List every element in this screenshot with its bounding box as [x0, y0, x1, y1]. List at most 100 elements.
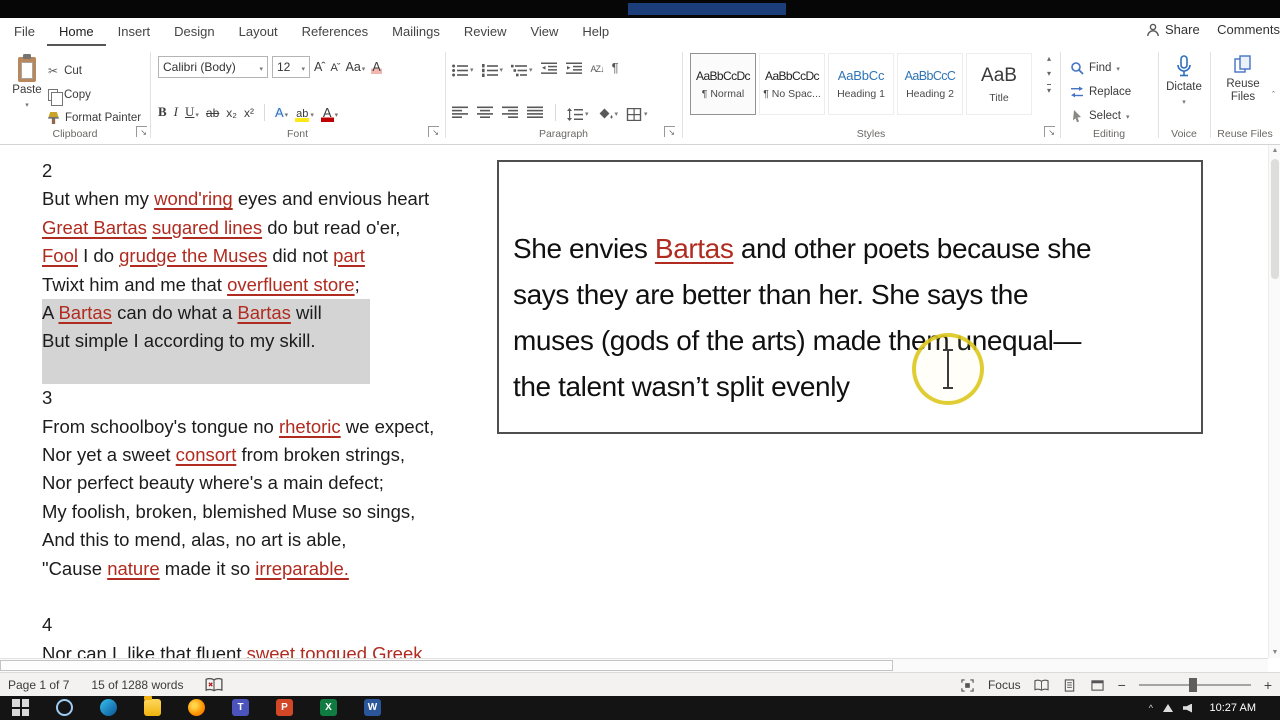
page-number-status[interactable]: Page 1 of 7: [8, 678, 69, 692]
bold-button[interactable]: [158, 104, 167, 120]
volume-icon[interactable]: [1183, 703, 1192, 713]
grow-font-button[interactable]: [314, 60, 325, 74]
italic-button[interactable]: [174, 104, 178, 120]
scroll-up-icon[interactable]: ▲: [1269, 147, 1280, 154]
clear-formatting-button[interactable]: [371, 60, 381, 74]
tray-chevron-icon[interactable]: ^: [1149, 703, 1153, 713]
vertical-scroll-thumb[interactable]: [1271, 159, 1279, 279]
numbered-list-icon: [481, 64, 498, 77]
tab-layout[interactable]: Layout: [227, 18, 290, 46]
tab-view[interactable]: View: [518, 18, 570, 46]
align-right-button[interactable]: [502, 106, 519, 119]
font-group-label: Font: [286, 128, 308, 140]
align-left-button[interactable]: [452, 106, 469, 119]
teams-icon[interactable]: [232, 699, 249, 716]
reuse-files-button[interactable]: Reuse Files: [1214, 55, 1272, 104]
zoom-out-button[interactable]: −: [1118, 678, 1126, 692]
show-paragraph-marks-button[interactable]: [612, 59, 619, 77]
replace-button[interactable]: Replace: [1070, 82, 1131, 102]
read-mode-button[interactable]: [1034, 679, 1049, 692]
superscript-button[interactable]: [244, 105, 254, 120]
decrease-indent-button[interactable]: [540, 62, 558, 75]
format-painter-button[interactable]: Format Painter: [46, 108, 143, 128]
copy-button[interactable]: Copy: [46, 85, 93, 106]
web-layout-button[interactable]: [1090, 679, 1105, 692]
justify-button[interactable]: [527, 106, 544, 119]
style-heading-2[interactable]: AaBbCcC Heading 2: [897, 53, 963, 115]
edge-icon[interactable]: [100, 699, 117, 716]
tab-help[interactable]: Help: [570, 18, 621, 46]
horizontal-scrollbar[interactable]: [0, 658, 1268, 672]
increase-indent-button[interactable]: [565, 62, 583, 75]
tab-design[interactable]: Design: [162, 18, 226, 46]
proofing-errors-icon[interactable]: [205, 678, 224, 692]
share-button[interactable]: Share: [1146, 22, 1200, 37]
system-tray[interactable]: ^: [1149, 696, 1192, 720]
multilevel-list-button[interactable]: [511, 59, 533, 77]
numbered-list-button[interactable]: [481, 59, 504, 77]
tab-home[interactable]: Home: [46, 18, 106, 46]
scroll-down-icon[interactable]: ▼: [1269, 649, 1280, 656]
start-icon[interactable]: [12, 699, 29, 716]
styles-more-button[interactable]: ▾: [1046, 84, 1051, 95]
select-button[interactable]: Select: [1070, 106, 1129, 126]
document-canvas[interactable]: 2 But when my wond'ring eyes and envious …: [0, 145, 1268, 658]
text-effects-button[interactable]: [275, 105, 288, 120]
sort-button[interactable]: [591, 59, 604, 77]
search-icon[interactable]: [56, 699, 73, 716]
style-title[interactable]: AaB Title: [966, 53, 1032, 115]
style-no-spac[interactable]: AaBbCcDc ¶ No Spac...: [759, 53, 825, 115]
styles-scroll-up-button[interactable]: ▴: [1047, 54, 1051, 63]
style-heading-1[interactable]: AaBbCc Heading 1: [828, 53, 894, 115]
firefox-icon[interactable]: [188, 699, 205, 716]
collapse-ribbon-button[interactable]: ˆ: [1272, 90, 1275, 100]
tab-file[interactable]: File: [2, 18, 47, 46]
sort-icon: [591, 59, 604, 77]
dictate-button[interactable]: Dictate: [1158, 55, 1210, 107]
focus-mode-button[interactable]: Focus: [988, 678, 1021, 692]
tab-review[interactable]: Review: [452, 18, 519, 46]
clock[interactable]: 10:27 AM: [1210, 696, 1256, 720]
styles-dialog-launcher[interactable]: ↘: [1044, 126, 1055, 137]
shading-button[interactable]: [597, 103, 619, 121]
paragraph-dialog-launcher[interactable]: ↘: [664, 126, 675, 137]
zoom-in-button[interactable]: +: [1264, 678, 1272, 692]
annotation-textbox[interactable]: She envies Bartas and other poets becaus…: [497, 160, 1203, 434]
font-dialog-launcher[interactable]: ↘: [428, 126, 439, 137]
file-explorer-icon[interactable]: [144, 696, 161, 716]
powerpoint-icon[interactable]: [276, 699, 293, 716]
font-name-combo[interactable]: Calibri (Body): [158, 56, 268, 78]
shrink-font-button[interactable]: [331, 60, 340, 74]
bullet-list-button[interactable]: [452, 59, 474, 77]
horizontal-scroll-thumb[interactable]: [0, 660, 893, 671]
align-center-button[interactable]: [477, 106, 494, 119]
zoom-slider-thumb[interactable]: [1188, 678, 1197, 692]
excel-icon[interactable]: [320, 699, 337, 716]
change-case-button[interactable]: [346, 60, 366, 74]
print-layout-button[interactable]: [1062, 678, 1077, 692]
word-count-status[interactable]: 15 of 1288 words: [91, 678, 183, 692]
cut-button[interactable]: Cut: [46, 61, 84, 81]
tab-references[interactable]: References: [290, 18, 380, 46]
borders-button[interactable]: [626, 103, 648, 121]
font-size-combo[interactable]: 12: [272, 56, 310, 78]
comments-button[interactable]: Comments: [1212, 22, 1280, 37]
font-color-button[interactable]: [321, 105, 338, 120]
text-highlight-button[interactable]: [295, 105, 314, 120]
styles-scroll-down-button[interactable]: ▾: [1047, 69, 1051, 78]
underline-button[interactable]: [185, 104, 199, 120]
subscript-button[interactable]: [226, 105, 237, 120]
network-icon[interactable]: [1163, 704, 1173, 712]
paste-button[interactable]: Paste: [8, 54, 46, 124]
find-button[interactable]: Find: [1070, 58, 1120, 78]
zoom-slider[interactable]: [1138, 678, 1251, 692]
line-spacing-button[interactable]: [567, 103, 589, 121]
tab-insert[interactable]: Insert: [106, 18, 163, 46]
vertical-scrollbar[interactable]: ▲ ▼: [1268, 145, 1280, 658]
tab-mailings[interactable]: Mailings: [380, 18, 452, 46]
focus-mode-icon[interactable]: [960, 678, 975, 692]
strikethrough-button[interactable]: [206, 105, 219, 120]
clipboard-dialog-launcher[interactable]: ↘: [136, 126, 147, 137]
style-normal[interactable]: AaBbCcDc ¶ Normal: [690, 53, 756, 115]
word-icon[interactable]: [364, 699, 381, 716]
